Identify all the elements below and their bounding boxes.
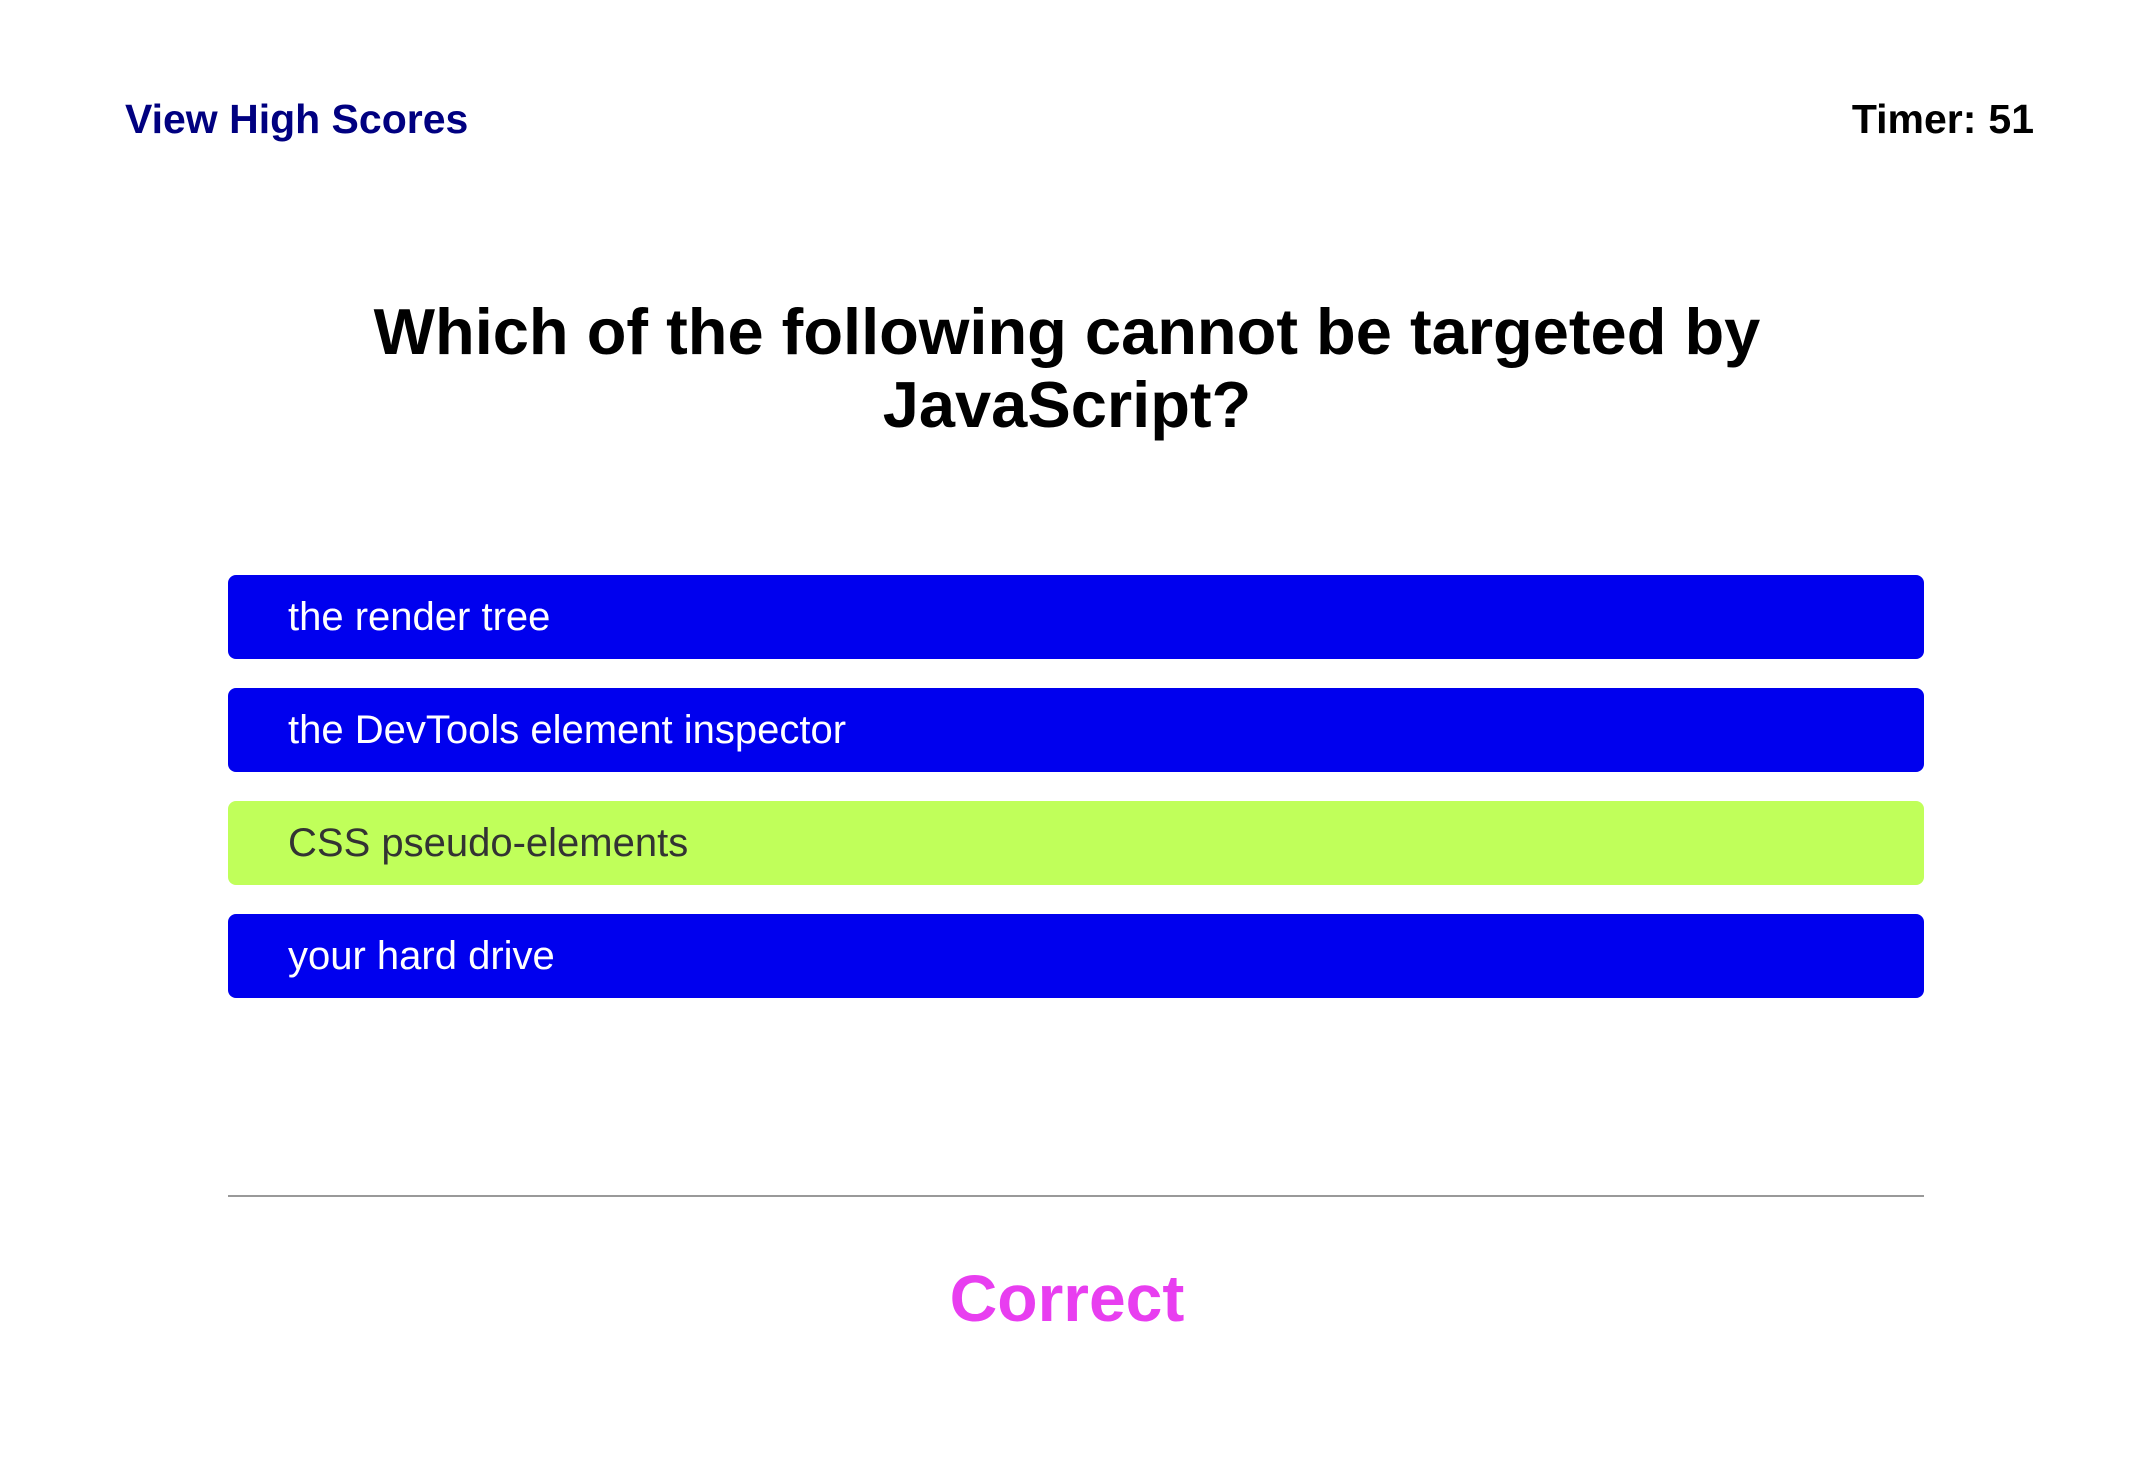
answer-button[interactable]: the DevTools element inspector [228,688,1924,772]
quiz-page: View High Scores Timer: 51 Which of the f… [0,0,2134,1484]
answer-list: the render tree the DevTools element ins… [228,575,1924,1027]
question-text: Which of the following cannot be targete… [373,295,1761,441]
answer-button[interactable]: your hard drive [228,914,1924,998]
view-high-scores-link[interactable]: View High Scores [125,93,468,145]
timer-value: 51 [1988,96,2034,142]
answer-button[interactable]: the render tree [228,575,1924,659]
timer: Timer: 51 [1852,93,2034,145]
answer-button-correct[interactable]: CSS pseudo-elements [228,801,1924,885]
feedback-message: Correct [949,1261,1185,1335]
timer-label: Timer: [1851,96,1977,142]
divider [228,1195,1924,1197]
